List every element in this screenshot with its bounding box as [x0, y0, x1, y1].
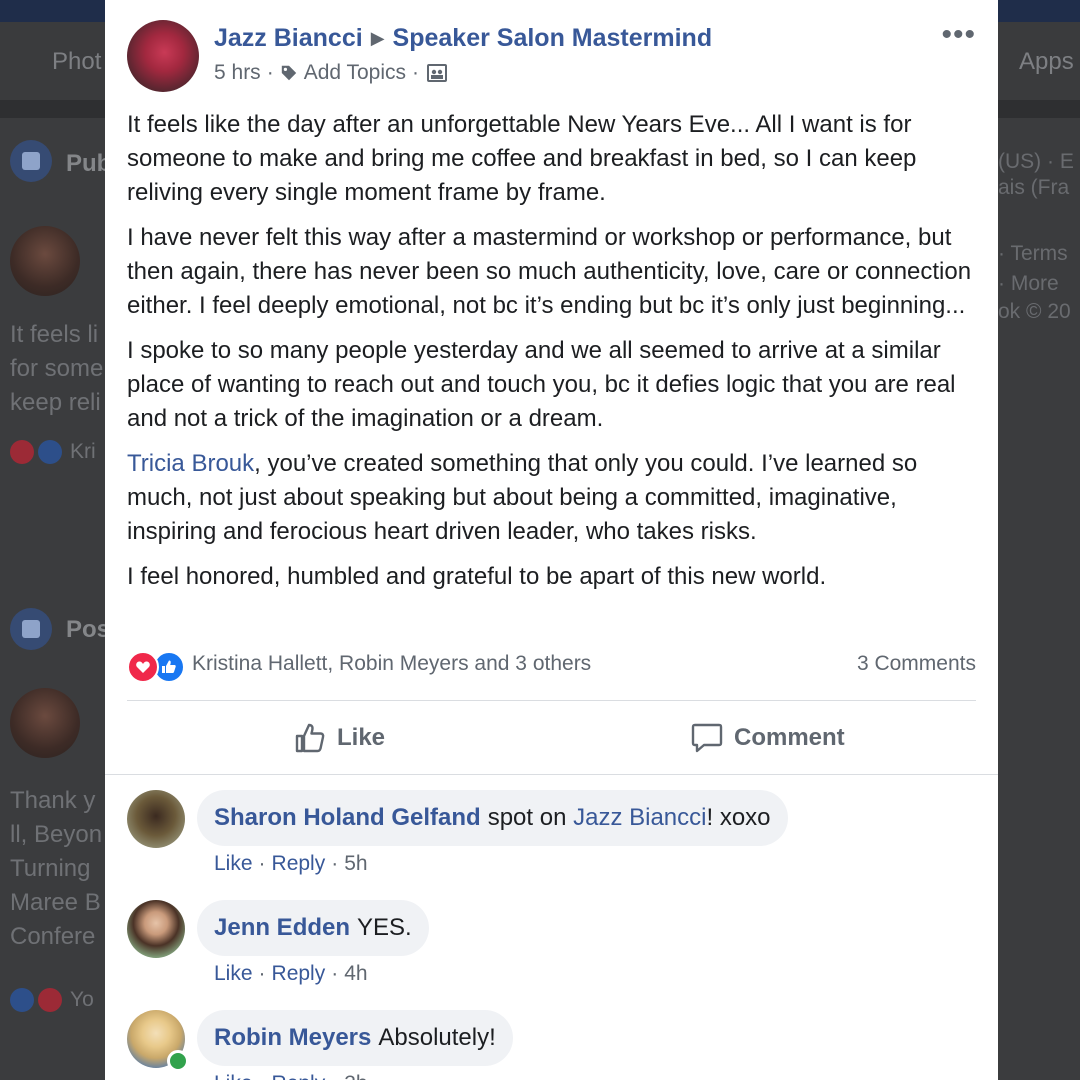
- background-text-line: keep reli: [10, 389, 101, 416]
- background-text-line: It feels li: [10, 321, 99, 348]
- comment-bubble: Sharon Holand Gelfand spot on Jazz Bianc…: [197, 790, 788, 846]
- comment-reply-link[interactable]: Reply: [272, 1072, 326, 1080]
- post-paragraph: It feels like the day after an unforgett…: [127, 111, 917, 206]
- post-type-icon: [10, 608, 52, 650]
- commenter-name-link[interactable]: Jenn Edden: [214, 914, 350, 942]
- more-options-button[interactable]: •••: [941, 20, 976, 50]
- background-nav-photos: Phot: [52, 48, 102, 75]
- reactors-link[interactable]: Kristina Hallett, Robin Meyers and 3 oth…: [192, 652, 591, 676]
- commenter-avatar[interactable]: [127, 790, 185, 848]
- reactions-row: Kristina Hallett, Robin Meyers and 3 oth…: [127, 648, 976, 683]
- mention-link[interactable]: Tricia Brouk: [127, 450, 254, 477]
- post-paragraph: I have never felt this way after a maste…: [127, 224, 972, 319]
- like-label: Like: [337, 724, 386, 751]
- comment-like-link[interactable]: Like: [214, 852, 253, 875]
- background-text-line: Turning: [10, 855, 91, 882]
- group-name-link[interactable]: Speaker Salon Mastermind: [393, 24, 713, 52]
- post-paragraph: I spoke to so many people yesterday and …: [127, 337, 956, 432]
- comment-reply-link[interactable]: Reply: [272, 962, 326, 985]
- post-paragraph: I feel honored, humbled and grateful to …: [127, 563, 827, 590]
- comment-actions: Like·Reply·3h: [214, 1072, 368, 1080]
- author-name-link[interactable]: Jazz Biancci: [214, 24, 363, 52]
- post-paragraph: Tricia Brouk, you’ve created something t…: [127, 447, 987, 549]
- tag-icon: [281, 65, 296, 81]
- divider: [127, 700, 976, 701]
- post-type-icon: [10, 140, 52, 182]
- background-text-line: Confere: [10, 923, 96, 950]
- background-reactions: Yo: [10, 988, 94, 1012]
- comment-like-link[interactable]: Like: [214, 1072, 253, 1080]
- background-avatar: [10, 226, 80, 296]
- post-body: It feels like the day after an unforgett…: [127, 108, 987, 605]
- post-meta: 5 hrs · Add Topics ·: [214, 61, 448, 85]
- background-text-line: for some: [10, 355, 104, 382]
- commenter-avatar[interactable]: [127, 900, 185, 958]
- separator-dot: ·: [266, 61, 274, 84]
- author-avatar[interactable]: [127, 20, 199, 92]
- comment-bubble-icon: [691, 723, 723, 753]
- background-reaction-text: Kri: [70, 440, 96, 463]
- post-timestamp[interactable]: 5 hrs: [214, 61, 261, 85]
- background-right-line: ok © 20: [998, 300, 1071, 323]
- background-reaction-text: Yo: [70, 988, 94, 1011]
- comment-timestamp[interactable]: 3h: [344, 1072, 367, 1080]
- like-button[interactable]: Like: [293, 720, 385, 756]
- background-nav-apps: Apps: [1019, 48, 1074, 75]
- love-reaction-icon: [127, 651, 159, 683]
- background-right-line: · Terms: [998, 242, 1068, 265]
- add-topics-link[interactable]: Add Topics: [304, 61, 406, 85]
- reaction-icons[interactable]: [127, 651, 185, 683]
- comment-timestamp[interactable]: 4h: [344, 962, 367, 985]
- separator-dot: ·: [412, 61, 420, 84]
- group-audience-icon: [427, 64, 448, 82]
- thumbs-up-icon: [295, 723, 325, 753]
- background-text-line: Maree B: [10, 889, 101, 916]
- comment-text: YES.: [357, 914, 412, 941]
- background-card-title: Pos: [66, 616, 111, 643]
- comment-label: Comment: [734, 724, 845, 751]
- background-text-line: ll, Beyon: [10, 821, 103, 848]
- background-avatar: [10, 688, 80, 758]
- arrow-right-icon: ▶: [370, 28, 385, 48]
- post-header: Jazz Biancci ▶ Speaker Salon Mastermind 5 …: [127, 20, 976, 92]
- comment-reply-link[interactable]: Reply: [272, 852, 326, 875]
- author-line: Jazz Biancci ▶ Speaker Salon Mastermind: [214, 24, 712, 53]
- background-text-line: Thank y: [10, 787, 96, 814]
- comment-bubble: Jenn Edden YES.: [197, 900, 429, 956]
- online-status-icon: [167, 1050, 189, 1072]
- comment-like-link[interactable]: Like: [214, 962, 253, 985]
- comment-timestamp[interactable]: 5h: [344, 852, 367, 875]
- background-right-line: ais (Fra: [998, 176, 1070, 199]
- commenter-name-link[interactable]: Sharon Holand Gelfand: [214, 804, 481, 832]
- background-reactions: Kri: [10, 440, 96, 464]
- comments-section: Sharon Holand Gelfand spot on Jazz Bianc…: [105, 775, 998, 1080]
- comment-actions: Like · Reply · 5h: [214, 852, 368, 875]
- comment-actions: Like · Reply · 4h: [214, 962, 368, 985]
- comment-count-link[interactable]: 3 Comments: [857, 652, 976, 676]
- comment-bubble: Robin Meyers Absolutely!: [197, 1010, 513, 1066]
- mention-link[interactable]: Jazz Biancci: [573, 804, 706, 831]
- comment-button[interactable]: Comment: [690, 720, 845, 756]
- comment-text: Absolutely!: [378, 1024, 496, 1051]
- post-modal: Jazz Biancci ▶ Speaker Salon Mastermind 5 …: [105, 0, 998, 1080]
- comment-text: spot on Jazz Biancci! xoxo: [487, 804, 771, 831]
- commenter-name-link[interactable]: Robin Meyers: [214, 1024, 371, 1052]
